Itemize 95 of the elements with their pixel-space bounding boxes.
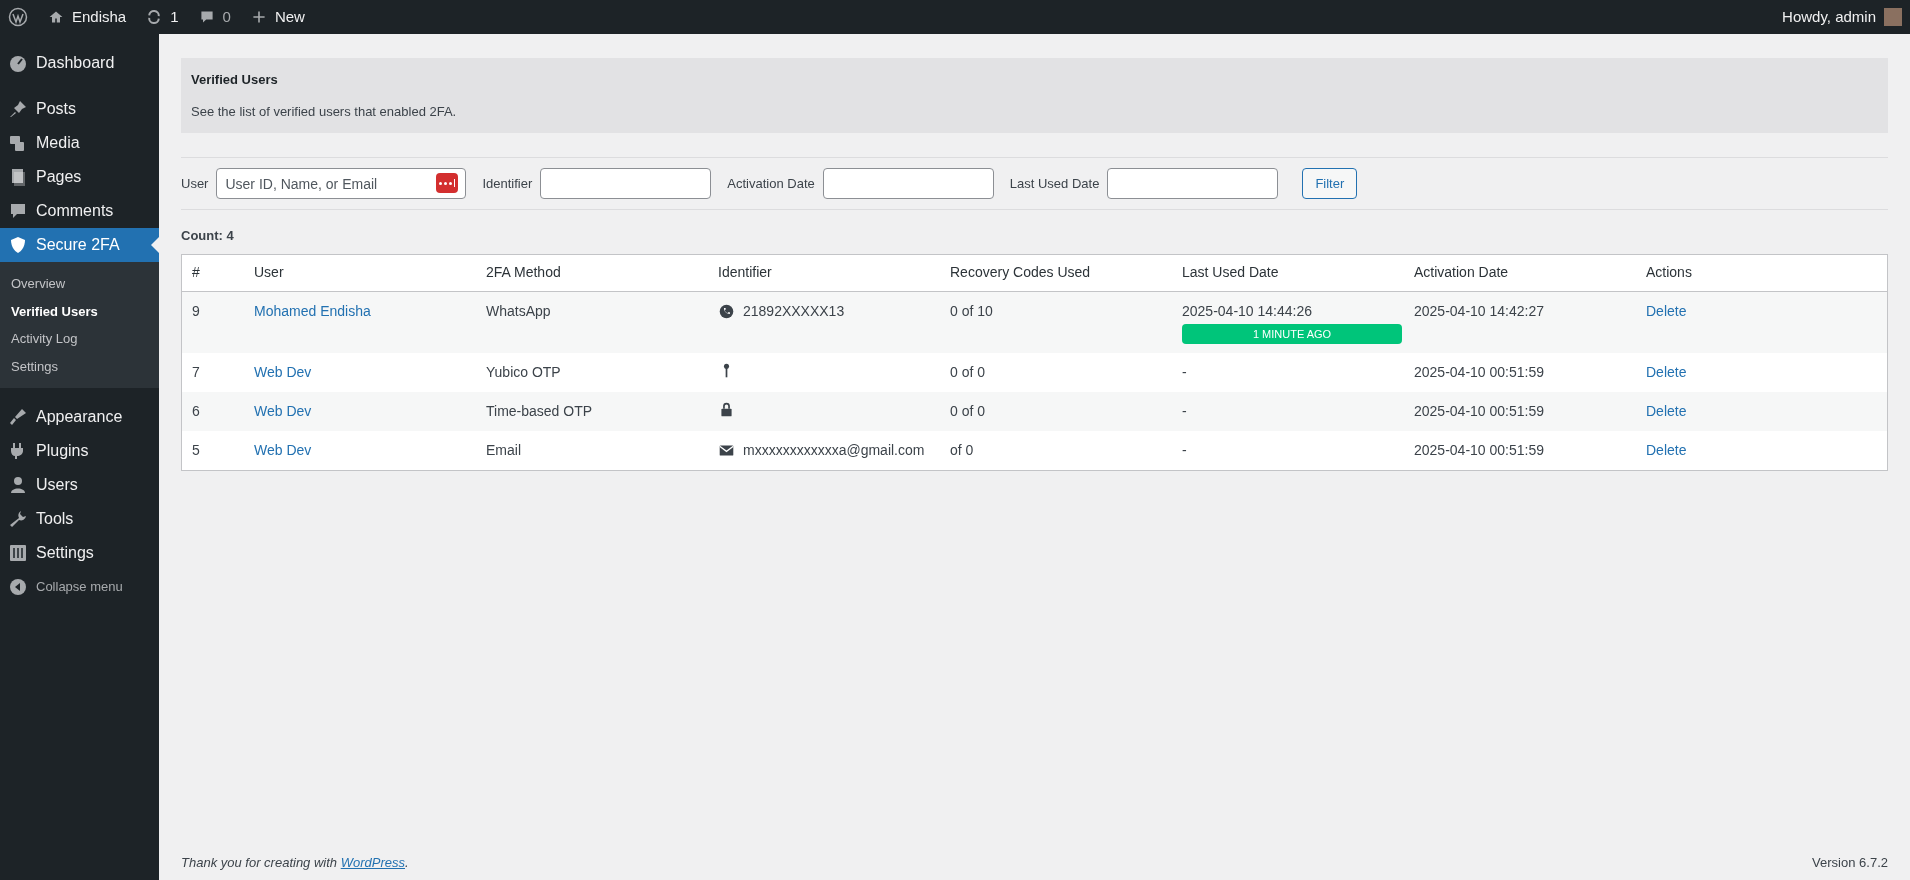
- table-cell-text: 5: [192, 441, 201, 460]
- password-manager-icon[interactable]: [436, 173, 459, 193]
- pin-icon: [8, 99, 28, 119]
- submenu-item[interactable]: Activity Log: [0, 325, 159, 353]
- column-header: #: [192, 263, 201, 282]
- time-badge: 1 MINUTE AGO: [1182, 323, 1402, 344]
- notice-text: See the list of verified users that enabled 2FA.: [191, 102, 458, 121]
- menu-item[interactable]: Appearance: [0, 400, 159, 434]
- table-cell-text: 6: [192, 402, 201, 421]
- menu-item[interactable]: Posts: [0, 92, 159, 126]
- filter-button[interactable]: Filter: [1302, 168, 1358, 199]
- comment-icon: [8, 201, 28, 221]
- avatar-placeholder: [1884, 8, 1902, 26]
- table-cell-text: Yubico OTP: [486, 363, 562, 382]
- brush-icon: [8, 407, 28, 427]
- envelope-icon: [718, 442, 735, 459]
- menu-item[interactable]: Tools: [0, 502, 159, 536]
- delete-link[interactable]: Delete: [1646, 362, 1687, 383]
- menu-item[interactable]: Pages: [0, 160, 159, 194]
- sliders-icon: [8, 543, 28, 563]
- menu-item[interactable]: Comments: [0, 194, 159, 228]
- submenu-item[interactable]: Settings: [0, 352, 159, 380]
- column-header: Identifier: [718, 263, 773, 282]
- comment-icon: [198, 9, 215, 25]
- current-pointer-icon: [151, 237, 159, 253]
- table-cell-text: of 0: [950, 441, 975, 460]
- column-header: Recovery Codes Used: [950, 263, 1092, 282]
- table-cell-text: 2025-04-10 14:44:26: [1182, 301, 1313, 321]
- shield-icon: [8, 235, 28, 255]
- menu-item[interactable]: Users: [0, 468, 159, 502]
- home-icon: [48, 9, 64, 25]
- account-link[interactable]: Howdy, admin: [1782, 5, 1902, 29]
- wrench-icon: [8, 509, 28, 529]
- table-cell-text: WhatsApp: [486, 301, 552, 321]
- submenu-item[interactable]: Overview: [0, 270, 159, 298]
- menu-item[interactable]: Dashboard: [0, 46, 159, 80]
- filter-field[interactable]: [540, 168, 712, 199]
- column-header: Last Used Date: [1182, 263, 1280, 282]
- delete-link[interactable]: Delete: [1646, 401, 1687, 422]
- table-cell-text: -: [1182, 363, 1188, 382]
- user-link[interactable]: Web Dev: [254, 362, 312, 383]
- collapse-icon: [8, 577, 28, 597]
- gauge-icon: [8, 53, 28, 73]
- table-cell-text: Time-based OTP: [486, 402, 594, 421]
- table-cell-text: 2025-04-10 00:51:59: [1414, 402, 1545, 421]
- count-label: Count: 4: [181, 227, 235, 245]
- delete-link[interactable]: Delete: [1646, 300, 1687, 322]
- whatsapp-icon: [718, 302, 735, 320]
- new-link[interactable]: New: [250, 5, 305, 29]
- plus-icon: [250, 9, 267, 25]
- table-cell-text: -: [1182, 402, 1188, 421]
- filter-field[interactable]: [1107, 168, 1279, 199]
- table-cell-text: -: [1182, 441, 1188, 460]
- table-cell-text: 2025-04-10 00:51:59: [1414, 441, 1545, 460]
- submenu-item[interactable]: Verified Users: [0, 297, 159, 325]
- notice-title: Verified Users: [191, 71, 279, 89]
- version-text: Version 6.7.2: [1812, 853, 1888, 872]
- user-link[interactable]: Mohamed Endisha: [254, 300, 371, 322]
- table-cell-text: 9: [192, 301, 201, 321]
- site-link[interactable]: Endisha: [48, 5, 127, 29]
- table-cell-text: Email: [486, 441, 522, 460]
- comments-link[interactable]: 0: [198, 5, 231, 29]
- lock-icon: [718, 401, 735, 418]
- user-link[interactable]: Web Dev: [254, 440, 312, 461]
- filter-field[interactable]: [822, 168, 994, 199]
- menu-item[interactable]: Plugins: [0, 434, 159, 468]
- table-cell-text: 0 of 10: [950, 301, 994, 321]
- column-header: Activation Date: [1414, 263, 1510, 282]
- filter-label: Identifier: [482, 174, 533, 193]
- table-cell-text: 7: [192, 363, 201, 382]
- table-cell-text: 2025-04-10 00:51:59: [1414, 363, 1545, 382]
- table-cell-text: 2025-04-10 14:42:27: [1414, 301, 1545, 321]
- column-header: 2FA Method: [486, 263, 562, 282]
- table-cell-text: mxxxxxxxxxxxxa@gmail.com: [743, 441, 925, 460]
- table-cell-text: 0 of 0: [950, 402, 987, 421]
- filter-field[interactable]: User ID, Name, or Email: [216, 168, 467, 199]
- collapse-menu-button[interactable]: Collapse menu: [0, 570, 159, 604]
- footer-text: Thank you for creating with WordPress.: [181, 853, 409, 872]
- user-link[interactable]: Web Dev: [254, 401, 312, 422]
- wordpress-logo-icon[interactable]: [8, 7, 28, 27]
- table-cell-text: 0 of 0: [950, 363, 987, 382]
- filter-label: User: [181, 174, 209, 193]
- menu-item[interactable]: Media: [0, 126, 159, 160]
- filter-label: Last Used Date: [1009, 174, 1100, 193]
- wordpress-link[interactable]: WordPress: [340, 854, 405, 870]
- refresh-icon: [146, 9, 163, 25]
- user-icon: [8, 475, 28, 495]
- column-header: User: [254, 263, 285, 282]
- column-header: Actions: [1646, 263, 1693, 282]
- menu-item[interactable]: Settings: [0, 536, 159, 570]
- menu-item[interactable]: Secure 2FA: [0, 228, 159, 262]
- delete-link[interactable]: Delete: [1646, 440, 1687, 461]
- filter-label: Activation Date: [727, 174, 815, 193]
- table-cell-text: 21892XXXXX13: [743, 301, 845, 321]
- updates-link[interactable]: 1: [146, 5, 179, 29]
